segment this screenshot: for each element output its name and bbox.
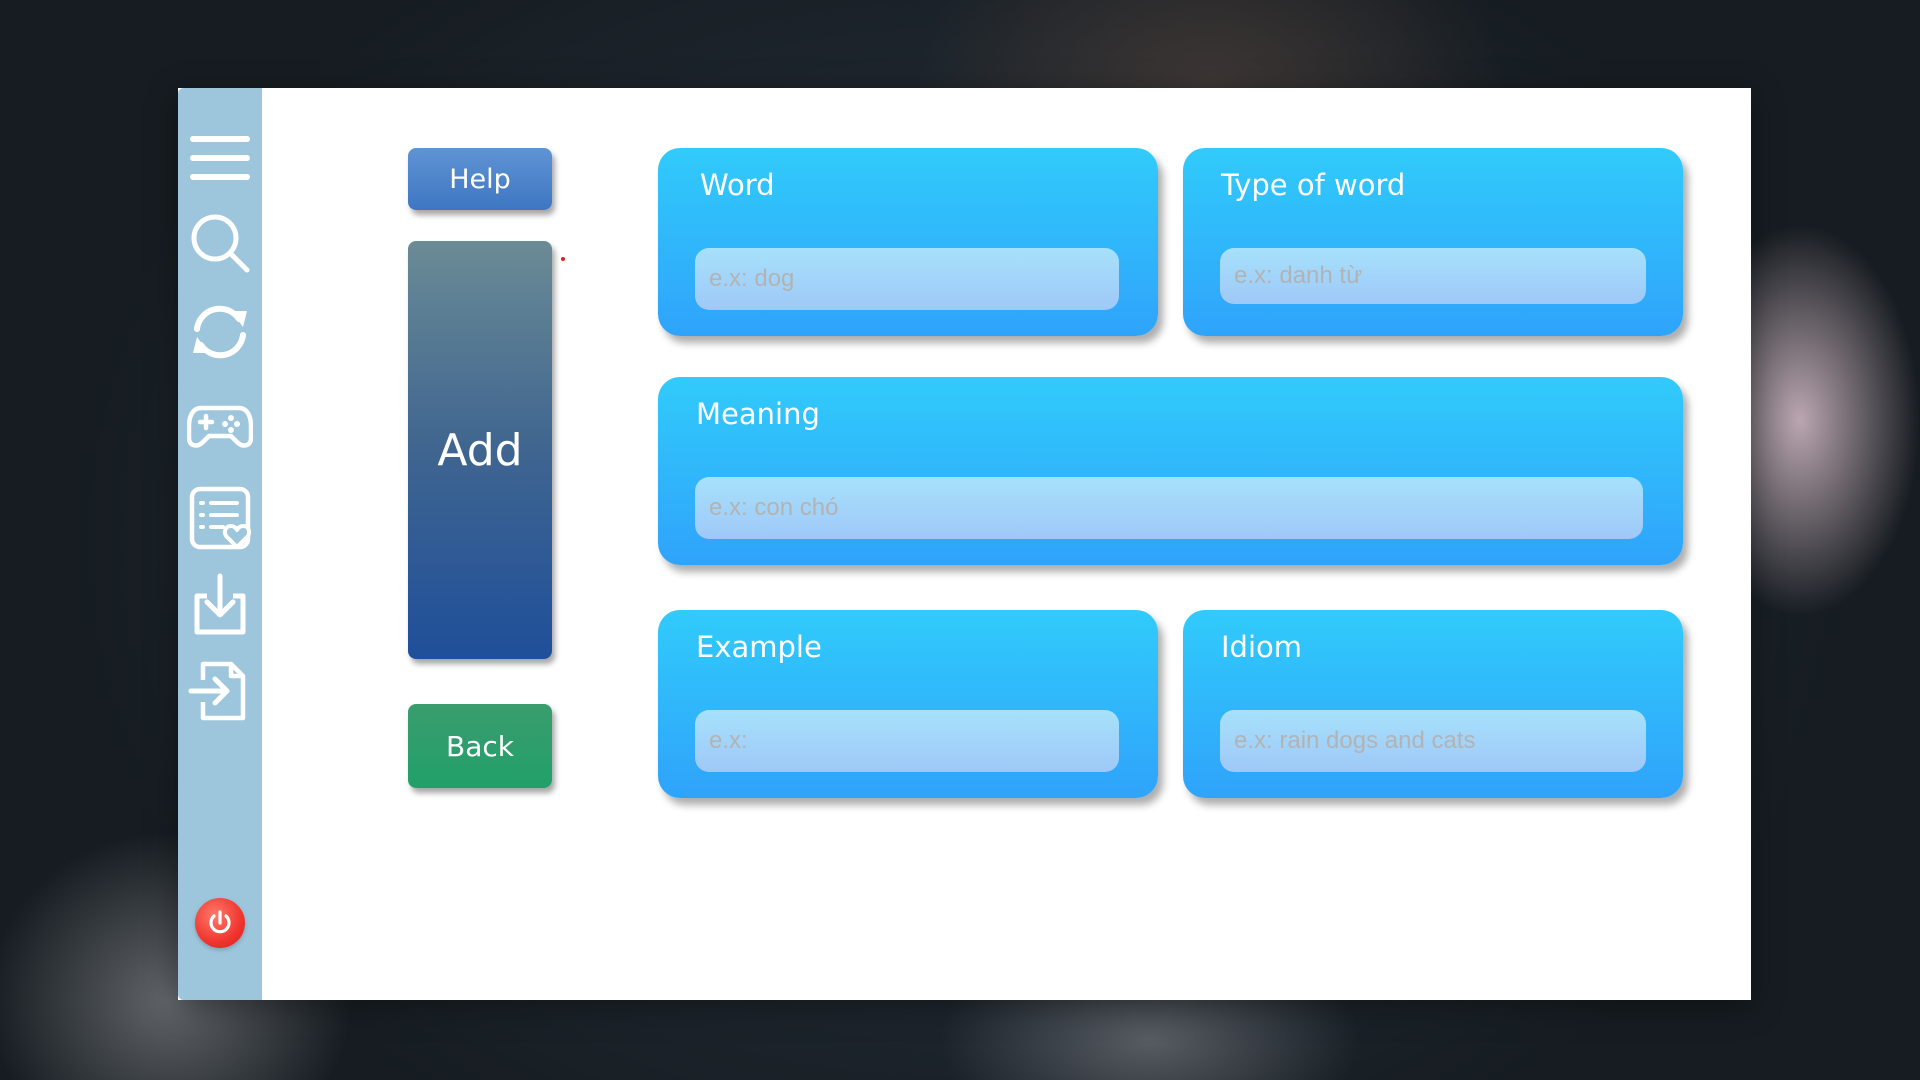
indicator-dot	[561, 257, 565, 261]
download-icon	[194, 573, 246, 635]
example-input[interactable]	[695, 710, 1119, 772]
game-button[interactable]	[186, 391, 254, 459]
meaning-card: Meaning	[658, 377, 1683, 565]
idiom-card: Idiom	[1183, 610, 1683, 798]
favorite-list-icon	[189, 486, 252, 550]
example-card: Example	[658, 610, 1158, 798]
menu-button[interactable]	[186, 124, 254, 192]
download-button[interactable]	[186, 571, 254, 639]
meaning-input[interactable]	[695, 477, 1643, 539]
gamepad-icon	[187, 405, 253, 448]
search-button[interactable]	[186, 209, 254, 277]
word-card: Word	[658, 148, 1158, 336]
menu-icon	[190, 136, 250, 180]
power-icon	[209, 910, 231, 934]
refresh-icon	[193, 305, 247, 359]
power-button[interactable]	[195, 898, 245, 948]
favorites-button[interactable]	[186, 484, 254, 552]
app-window: Help Add Back Word Type of word Meaning …	[178, 88, 1751, 1000]
sign-in-icon	[188, 661, 246, 721]
search-icon	[191, 214, 250, 273]
refresh-button[interactable]	[186, 298, 254, 366]
help-button[interactable]: Help	[408, 148, 552, 210]
sign-in-button[interactable]	[186, 657, 254, 725]
add-button[interactable]: Add	[408, 241, 552, 659]
idiom-label: Idiom	[1221, 630, 1303, 664]
meaning-label: Meaning	[696, 397, 820, 431]
type-of-word-input[interactable]	[1220, 248, 1646, 304]
example-label: Example	[696, 630, 822, 664]
type-of-word-card: Type of word	[1183, 148, 1683, 336]
word-input[interactable]	[695, 248, 1119, 310]
word-label: Word	[700, 168, 775, 202]
sidebar	[178, 88, 262, 1000]
type-of-word-label: Type of word	[1221, 168, 1406, 202]
back-button[interactable]: Back	[408, 704, 552, 788]
idiom-input[interactable]	[1220, 710, 1646, 772]
